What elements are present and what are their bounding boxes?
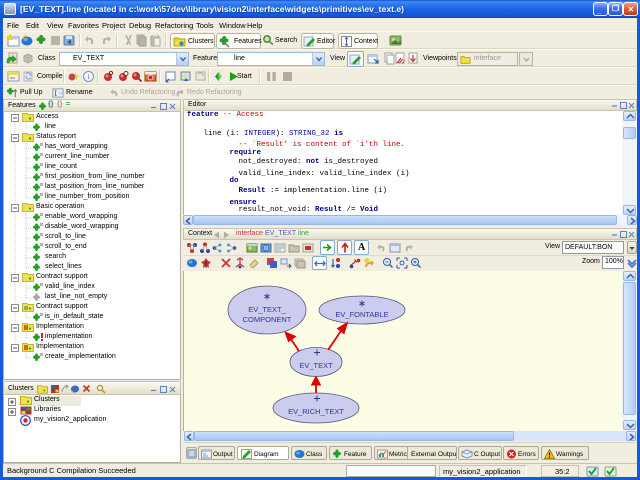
svg-text:EV_FONTABLE: EV_FONTABLE (335, 310, 388, 319)
svg-text:EV_TEXT_: EV_TEXT_ (248, 305, 286, 314)
svg-text:EV_RICH_TEXT: EV_RICH_TEXT (288, 407, 344, 416)
svg-text:COMPONENT: COMPONENT (243, 315, 292, 324)
svg-text:i: i (88, 73, 90, 81)
svg-text:EV_TEXT: EV_TEXT (299, 361, 333, 370)
